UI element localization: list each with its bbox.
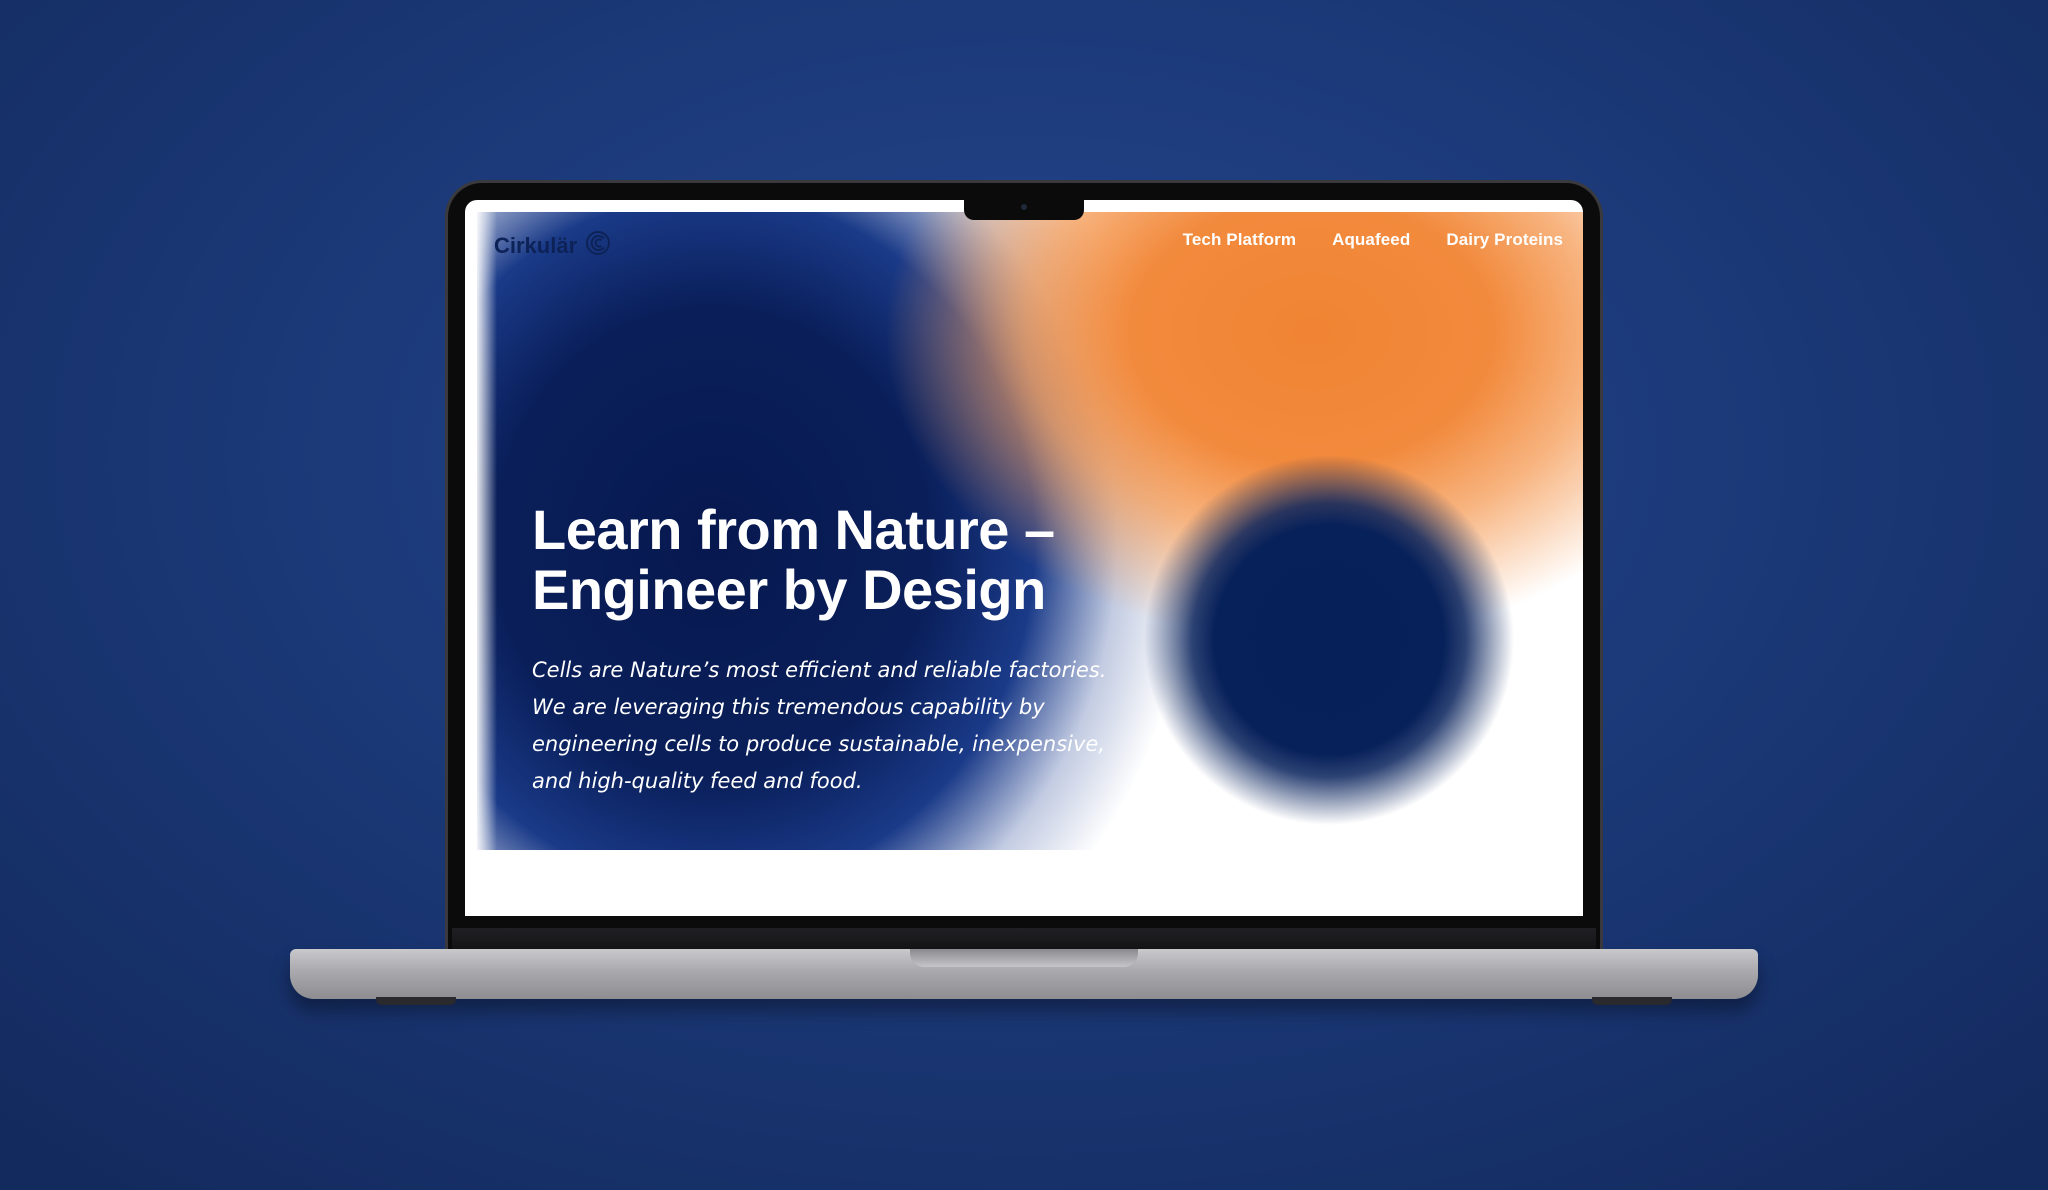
laptop-screen: Cirkulär Tech Platform Aquafeed Dairy Pr… [465,200,1583,916]
hero-description-line: engineering cells to produce sustainable… [532,732,1106,756]
brand-name: Cirkulär [494,233,578,258]
hero-headline-line: Learn from Nature – [532,498,1055,561]
hero-edge-fade [477,212,497,850]
nav-link-dairy-proteins[interactable]: Dairy Proteins [1446,230,1563,250]
laptop-foot-left [376,997,456,1005]
page-below-fold [465,850,1583,916]
hero-description-line: and high-quality feed and food. [532,769,863,793]
site-logo[interactable]: Cirkulär [494,230,611,262]
hero-headline: Learn from Nature – Engineer by Design [532,500,1132,620]
hero-description-line: Cells are Nature’s most efficient and re… [532,658,1107,682]
nav-link-tech-platform[interactable]: Tech Platform [1183,230,1296,250]
laptop-thumb-notch [910,949,1138,967]
laptop-foot-right [1592,997,1672,1005]
circular-c-logo-icon [585,230,611,262]
camera-icon [1021,204,1027,210]
hero-headline-line: Engineer by Design [532,558,1046,621]
hero-description: Cells are Nature’s most efficient and re… [532,652,1132,800]
nav-link-aquafeed[interactable]: Aquafeed [1332,230,1410,250]
hero-description-line: We are leveraging this tremendous capabi… [532,695,1045,719]
laptop-screen-chin [452,928,1596,950]
main-nav: Tech Platform Aquafeed Dairy Proteins [1183,230,1563,250]
